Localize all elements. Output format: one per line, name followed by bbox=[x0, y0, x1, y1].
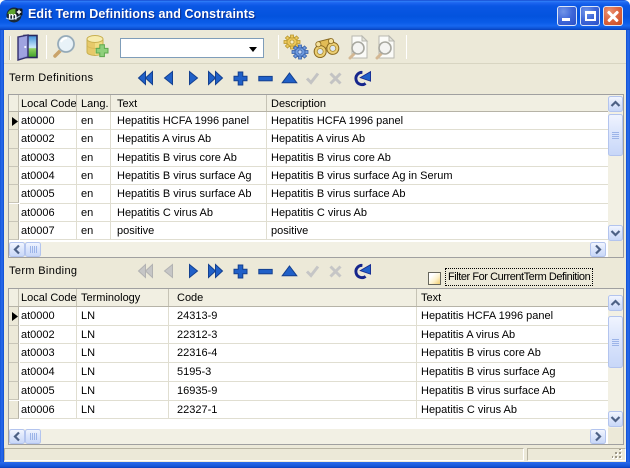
svg-text:m: m bbox=[8, 12, 17, 23]
